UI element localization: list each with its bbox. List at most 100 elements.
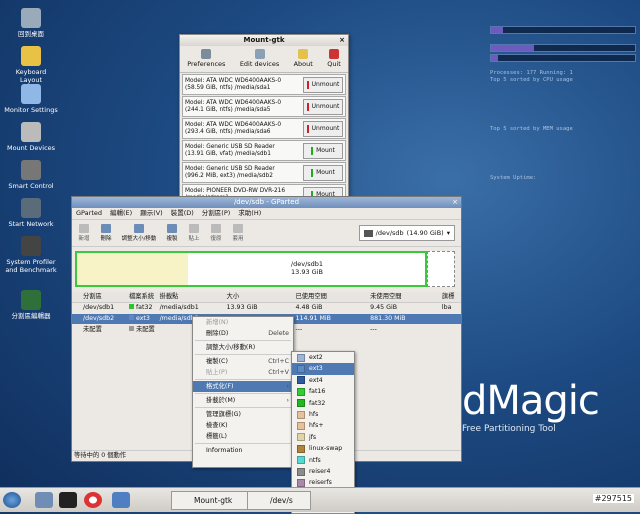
- format-option-jfs[interactable]: jfs: [292, 432, 354, 443]
- paste-icon: [189, 224, 199, 233]
- format-option-linux-swap[interactable]: linux-swap: [292, 443, 354, 454]
- task-gparted[interactable]: /dev/s: [247, 491, 311, 510]
- column-header[interactable]: 掛載點: [160, 292, 227, 302]
- column-header[interactable]: 檔案系統: [129, 292, 160, 302]
- context-menu-item[interactable]: 貼上(P) Ctrl+V: [193, 367, 293, 378]
- file-manager-icon[interactable]: [35, 492, 53, 508]
- mount-button[interactable]: Mount: [303, 164, 343, 181]
- delete-button[interactable]: 刪除: [97, 224, 115, 242]
- edit-devices-button[interactable]: Edit devices: [240, 46, 279, 72]
- desktop-icon-4[interactable]: Smart Control: [4, 160, 58, 190]
- close-icon[interactable]: ×: [339, 35, 345, 46]
- context-menu-item[interactable]: 標籤(L): [193, 431, 293, 442]
- cpu-usage-bar: [490, 26, 636, 34]
- menu-separator: [195, 354, 291, 355]
- format-option-reiser4[interactable]: reiser4: [292, 466, 354, 477]
- apply-button[interactable]: 套用: [229, 224, 247, 242]
- status-led-icon: [306, 124, 309, 133]
- column-header[interactable]: 旗標: [442, 292, 461, 302]
- column-header[interactable]: 分割區: [72, 292, 129, 302]
- close-icon[interactable]: ×: [452, 197, 458, 208]
- desktop-icon-7[interactable]: 分割區編輯器: [4, 290, 58, 320]
- format-option-fat16[interactable]: fat16: [292, 386, 354, 397]
- fs-color-swatch: [297, 387, 305, 396]
- context-menu-item[interactable]: 複製(C) Ctrl+C: [193, 356, 293, 367]
- unmount-button[interactable]: Unmount: [303, 98, 343, 115]
- device-row: Model: Generic USB SD Reader (996.2 MiB, …: [182, 162, 346, 183]
- menu-item-0[interactable]: GParted: [76, 208, 102, 219]
- partition-map: /dev/sdb1 13.93 GiB: [75, 251, 456, 287]
- fs-color-swatch: [128, 326, 134, 331]
- format-option-hfs[interactable]: hfs: [292, 409, 354, 420]
- context-menu-item[interactable]: 刪除(D) Delete: [193, 328, 293, 339]
- desktop-icon-6[interactable]: System Profiler and Benchmark: [4, 236, 58, 274]
- preferences-button[interactable]: Preferences: [187, 46, 225, 72]
- desktop-icon-2[interactable]: Monitor Settings: [4, 84, 58, 114]
- start-menu-icon[interactable]: [3, 492, 21, 508]
- quit-button[interactable]: Quit: [327, 46, 341, 72]
- window-titlebar[interactable]: Mount-gtk ×: [180, 35, 348, 46]
- unmount-button[interactable]: Unmount: [303, 76, 343, 93]
- column-header[interactable]: 未使用空間: [370, 292, 442, 302]
- device-selector[interactable]: /dev/sdb (14.90 GiB) ▾: [358, 225, 455, 241]
- window-titlebar[interactable]: /dev/sdb - GParted ×: [72, 197, 461, 208]
- resize-move-button[interactable]: 調整大小/移動: [119, 224, 159, 242]
- menu-item-4[interactable]: 分割區(P): [202, 208, 231, 219]
- fs-color-swatch: [297, 467, 305, 476]
- desktop-icon-3[interactable]: Mount Devices: [4, 122, 58, 152]
- new-button[interactable]: 新增: [75, 224, 93, 242]
- column-header[interactable]: 已使用空間: [295, 292, 370, 302]
- desktop-icon-0[interactable]: 回到桌面: [4, 8, 58, 38]
- partition-block-sdb2[interactable]: [427, 251, 455, 287]
- fs-color-swatch: [297, 433, 305, 442]
- status-led-icon: [306, 102, 309, 111]
- fs-color-swatch: [297, 410, 305, 419]
- menu-separator: [195, 407, 291, 408]
- format-option-fat32[interactable]: fat32: [292, 398, 354, 409]
- context-menu-item[interactable]: 掛載於(M) ›: [193, 395, 293, 406]
- help-icon[interactable]: [84, 492, 102, 508]
- partition-block-sdb1[interactable]: /dev/sdb1 13.93 GiB: [75, 251, 427, 287]
- format-option-ext3[interactable]: ext3: [292, 363, 354, 375]
- brand-logo-text: dMagic: [462, 378, 600, 424]
- table-row[interactable]: /dev/sdb1 fat32/media/sdb1 13.93 GiB 4.48 G…: [72, 303, 461, 313]
- preferences-icon: [201, 49, 212, 59]
- apply-icon: [233, 224, 243, 233]
- menu-item-1[interactable]: 編輯(E): [110, 208, 132, 219]
- format-option-ext2[interactable]: ext2: [292, 352, 354, 363]
- context-menu-item[interactable]: 新增(N): [193, 317, 293, 328]
- context-menu-item[interactable]: Information: [193, 445, 293, 456]
- undo-icon: [211, 224, 221, 233]
- format-option-hfs+[interactable]: hfs+: [292, 420, 354, 431]
- column-header[interactable]: 大小: [227, 292, 296, 302]
- context-menu-item[interactable]: 管理旗標(G): [193, 409, 293, 420]
- device-row: Model: ATA WDC WD6400AAKS-0 (58.59 GiB, n…: [182, 74, 346, 95]
- context-menu-item[interactable]: 檢查(K): [193, 420, 293, 431]
- copy-button[interactable]: 複製: [163, 224, 181, 242]
- desktop-switch-icon[interactable]: [112, 492, 130, 508]
- menu-item-5[interactable]: 求助(H): [238, 208, 261, 219]
- format-option-ntfs[interactable]: ntfs: [292, 455, 354, 466]
- menu-separator: [195, 443, 291, 444]
- unmount-button[interactable]: Unmount: [303, 120, 343, 137]
- desktop-icon-1[interactable]: Keyboard Layout: [4, 46, 58, 84]
- menu-item-3[interactable]: 裝置(D): [171, 208, 194, 219]
- menu-item-2[interactable]: 顯示(V): [140, 208, 163, 219]
- fs-color-swatch: [128, 304, 134, 309]
- about-button[interactable]: About: [294, 46, 313, 72]
- context-menu-item[interactable]: 調整大小/移動(R): [193, 342, 293, 353]
- smart-drive-icon: [21, 160, 41, 180]
- ram-usage-bar: [490, 44, 636, 52]
- drive-icon: [21, 122, 41, 142]
- about-icon: [298, 49, 309, 59]
- quit-icon: [329, 49, 339, 59]
- monitor-icon: [21, 84, 41, 104]
- mount-button[interactable]: Mount: [303, 142, 343, 159]
- fs-color-swatch: [128, 315, 134, 320]
- terminal-icon[interactable]: [59, 492, 77, 508]
- undo-button[interactable]: 復原: [207, 224, 225, 242]
- context-menu-item[interactable]: 格式化(F) ›: [193, 381, 293, 392]
- paste-button[interactable]: 貼上: [185, 224, 203, 242]
- format-option-ext4[interactable]: ext4: [292, 375, 354, 386]
- desktop-icon-5[interactable]: Start Network: [4, 198, 58, 228]
